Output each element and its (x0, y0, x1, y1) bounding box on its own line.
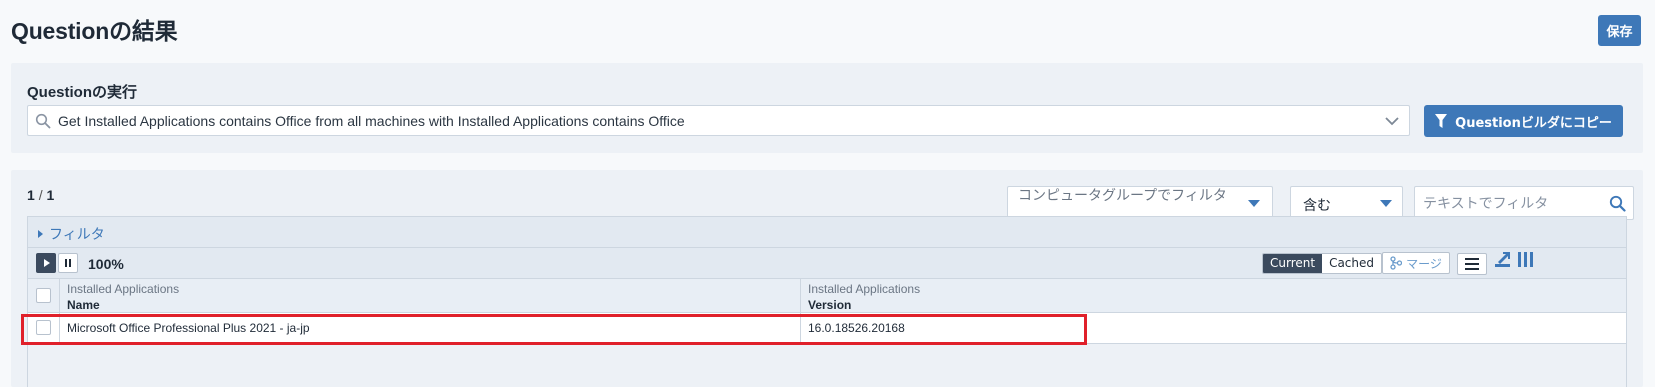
computer-group-filter-select[interactable]: コンピュータグループでフィルタ (1007, 186, 1273, 220)
merge-label: マージ (1406, 256, 1442, 271)
progress-percent: 100% (88, 256, 124, 272)
filter-icon (1435, 114, 1448, 128)
question-text: Get Installed Applications contains Offi… (58, 112, 685, 129)
current-toggle[interactable]: Current (1263, 254, 1323, 273)
pager-total: 1 (46, 187, 55, 203)
column-header-name[interactable]: Installed Applications Name (67, 282, 179, 312)
filter-bar: フィルタ (28, 217, 1626, 248)
merge-button[interactable]: マージ (1382, 252, 1450, 274)
select-all-checkbox[interactable] (36, 288, 51, 303)
pager-separator: / (38, 187, 43, 203)
table-header: Installed Applications Name Installed Ap… (28, 279, 1626, 313)
results-table: フィルタ 100% Current Cached マージ Installed A… (27, 216, 1627, 387)
caret-down-icon (1248, 200, 1260, 207)
columns-icon[interactable] (1517, 251, 1535, 269)
group-filter-placeholder: コンピュータグループでフィルタ (1018, 188, 1227, 204)
pause-button[interactable] (58, 253, 78, 273)
caret-down-icon (1380, 200, 1392, 207)
question-input[interactable]: Get Installed Applications contains Offi… (27, 105, 1410, 136)
copy-to-question-builder-button[interactable]: Questionビルダにコピー (1424, 105, 1623, 137)
pause-icon (65, 259, 67, 267)
copy-button-label: Questionビルダにコピー (1455, 115, 1612, 131)
chevron-down-icon[interactable] (1383, 113, 1401, 129)
save-button[interactable]: 保存 (1598, 15, 1641, 46)
results-panel: 1 / 1 コンピュータグループでフィルタ 含む フィルタ 100% (11, 170, 1643, 387)
column-header-version[interactable]: Installed Applications Version (808, 282, 920, 312)
match-mode-value: 含む (1303, 198, 1331, 214)
hamburger-icon (1465, 263, 1479, 265)
text-filter-field[interactable] (1414, 186, 1634, 220)
table-empty-area (28, 344, 1626, 387)
merge-icon (1390, 256, 1403, 270)
menu-button[interactable] (1457, 253, 1487, 275)
column-divider (59, 279, 60, 312)
highlight-annotation (21, 314, 1087, 345)
filter-toggle-label: フィルタ (49, 227, 105, 243)
match-mode-select[interactable]: 含む (1290, 186, 1403, 220)
column-title: Name (67, 298, 100, 312)
caret-right-icon (38, 230, 43, 238)
search-icon[interactable] (1609, 195, 1626, 212)
hamburger-icon (1465, 268, 1479, 270)
pager-current: 1 (27, 187, 35, 203)
data-source-toggle: Current Cached (1262, 253, 1383, 274)
text-filter-input[interactable] (1423, 193, 1603, 215)
pause-icon (69, 259, 71, 267)
play-icon (44, 259, 50, 267)
search-icon (35, 113, 51, 128)
filter-toggle[interactable]: フィルタ (38, 224, 105, 244)
export-icon[interactable] (1494, 251, 1512, 269)
play-button[interactable] (36, 253, 56, 273)
pagination-count: 1 / 1 (27, 187, 54, 203)
page-title: Questionの結果 (11, 18, 178, 44)
column-divider (800, 279, 801, 312)
column-title: Version (808, 298, 852, 312)
column-sensor-label: Installed Applications (808, 282, 921, 296)
column-sensor-label: Installed Applications (67, 282, 180, 296)
cached-toggle[interactable]: Cached (1322, 254, 1382, 273)
control-bar: 100% Current Cached マージ (28, 248, 1626, 279)
hamburger-icon (1465, 258, 1479, 260)
run-panel-title: Questionの実行 (27, 84, 138, 101)
question-run-panel: Questionの実行 Get Installed Applications c… (11, 63, 1643, 153)
